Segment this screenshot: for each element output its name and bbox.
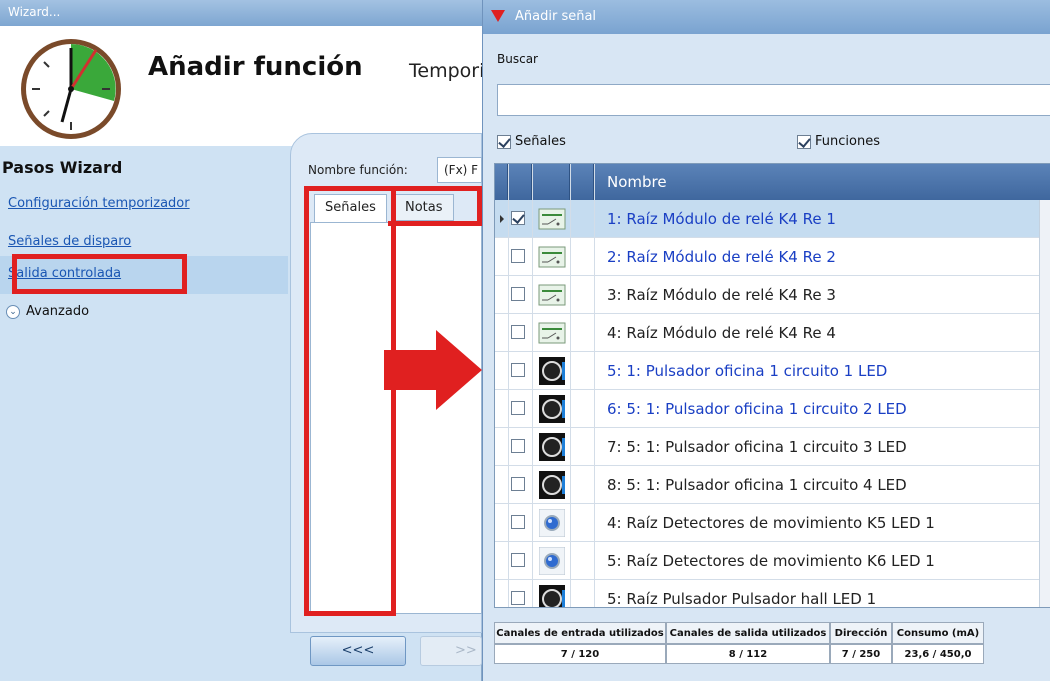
grid-column-divider [532, 164, 533, 607]
row-checkbox[interactable] [511, 553, 525, 567]
relay-icon [537, 281, 567, 309]
table-row[interactable]: 1: Raíz Módulo de relé K4 Re 1 [495, 200, 1050, 238]
wizard-titlebar: Wizard... [0, 0, 482, 26]
row-name: 7: 5: 1: Pulsador oficina 1 circuito 3 L… [607, 438, 907, 456]
row-name: 5: Raíz Detectores de movimiento K6 LED … [607, 552, 935, 570]
motion-detector-icon [537, 547, 567, 575]
table-row[interactable]: 4: Raíz Módulo de relé K4 Re 4 [495, 314, 1050, 352]
row-name: 4: Raíz Detectores de movimiento K5 LED … [607, 514, 935, 532]
row-checkbox[interactable] [511, 249, 525, 263]
relay-icon [537, 319, 567, 347]
checkbox-icon[interactable] [797, 134, 811, 149]
pushbutton-icon [537, 395, 567, 423]
function-name-label: Nombre función: [308, 163, 408, 177]
header-icon-cell [532, 164, 570, 200]
relay-icon [537, 205, 567, 233]
steps-panel: Pasos Wizard Configuración temporizador … [0, 146, 288, 681]
pushbutton-icon [537, 357, 567, 385]
row-checkbox[interactable] [511, 515, 525, 529]
row-checkbox[interactable] [511, 477, 525, 491]
table-row[interactable]: 7: 5: 1: Pulsador oficina 1 circuito 3 L… [495, 428, 1050, 466]
table-row[interactable]: 5: Raíz Detectores de movimiento K6 LED … [495, 542, 1050, 580]
status-header-outputs: Canales de salida utilizados [666, 622, 830, 644]
table-row[interactable]: 6: 5: 1: Pulsador oficina 1 circuito 2 L… [495, 390, 1050, 428]
table-row[interactable]: 5: Raíz Pulsador Pulsador hall LED 1 [495, 580, 1050, 608]
function-name-field[interactable]: (Fx) F [437, 157, 482, 183]
relay-icon [537, 243, 567, 271]
filter-signals[interactable]: Señales [497, 134, 566, 149]
status-value-address: 7 / 250 [830, 644, 892, 664]
status-header-address: Dirección [830, 622, 892, 644]
row-name: 2: Raíz Módulo de relé K4 Re 2 [607, 248, 836, 266]
pushbutton-icon [537, 585, 567, 607]
dialog-menu-icon[interactable] [491, 10, 505, 22]
add-signal-dialog: Añadir señal Buscar Señales Funciones No… [482, 0, 1050, 681]
row-name: 3: Raíz Módulo de relé K4 Re 3 [607, 286, 836, 304]
row-name: 6: 5: 1: Pulsador oficina 1 circuito 2 L… [607, 400, 907, 418]
status-value-inputs: 7 / 120 [494, 644, 666, 664]
dialog-title: Añadir señal [515, 9, 597, 24]
vertical-scrollbar[interactable] [1039, 200, 1050, 607]
status-value-consumption: 23,6 / 450,0 [892, 644, 984, 664]
advanced-toggle[interactable]: ⌄ Avanzado [6, 304, 89, 319]
row-name: 5: 1: Pulsador oficina 1 circuito 1 LED [607, 362, 888, 380]
row-checkbox[interactable] [511, 287, 525, 301]
filter-signals-label: Señales [515, 134, 566, 149]
row-checkbox[interactable] [511, 401, 525, 415]
search-input[interactable] [497, 84, 1050, 116]
row-indicator-icon [500, 215, 504, 223]
row-checkbox[interactable] [511, 591, 525, 605]
table-row[interactable]: 8: 5: 1: Pulsador oficina 1 circuito 4 L… [495, 466, 1050, 504]
signals-tab-body [310, 222, 482, 614]
previous-button[interactable]: <<< [310, 636, 406, 666]
tab-signals[interactable]: Señales [314, 194, 387, 224]
row-checkbox[interactable] [511, 325, 525, 339]
steps-title: Pasos Wizard [2, 158, 123, 177]
table-row[interactable]: 4: Raíz Detectores de movimiento K5 LED … [495, 504, 1050, 542]
signals-grid: Nombre 1: Raíz Módulo de relé K4 Re 1 2: … [494, 163, 1050, 608]
column-header-name[interactable]: Nombre [607, 173, 667, 191]
wizard-header: Añadir función Temporizador [0, 26, 537, 146]
row-checkbox[interactable] [511, 363, 525, 377]
advanced-label: Avanzado [26, 304, 90, 319]
status-value-outputs: 8 / 112 [666, 644, 830, 664]
step-timer-config[interactable]: Configuración temporizador [0, 186, 288, 224]
pushbutton-icon [537, 433, 567, 461]
tab-notes[interactable]: Notas [394, 194, 454, 221]
next-button[interactable]: >> [420, 636, 482, 666]
row-name: 4: Raíz Módulo de relé K4 Re 4 [607, 324, 836, 342]
search-label: Buscar [497, 52, 538, 66]
checkbox-icon[interactable] [497, 134, 511, 149]
header-extra-cell [570, 164, 594, 200]
grid-column-divider [594, 164, 595, 607]
header-indicator-cell [495, 164, 508, 200]
grid-column-divider [570, 164, 571, 607]
status-bar: Canales de entrada utilizados Canales de… [494, 622, 984, 666]
motion-detector-icon [537, 509, 567, 537]
wizard-title: Añadir función [148, 52, 363, 82]
clock-icon [21, 39, 121, 139]
table-row[interactable]: 3: Raíz Módulo de relé K4 Re 3 [495, 276, 1050, 314]
row-name: 8: 5: 1: Pulsador oficina 1 circuito 4 L… [607, 476, 907, 494]
chevron-down-icon: ⌄ [6, 304, 20, 319]
row-checkbox[interactable] [511, 439, 525, 453]
grid-header: Nombre [495, 164, 1050, 200]
header-check-cell [508, 164, 532, 200]
step-controlled-output[interactable]: Salida controlada [0, 256, 288, 294]
status-header-consumption: Consumo (mA) [892, 622, 984, 644]
table-row[interactable]: 5: 1: Pulsador oficina 1 circuito 1 LED [495, 352, 1050, 390]
row-checkbox[interactable] [511, 211, 525, 225]
dialog-titlebar: Añadir señal [483, 0, 1050, 34]
arrow-right-icon [384, 330, 482, 410]
table-row[interactable]: 2: Raíz Módulo de relé K4 Re 2 [495, 238, 1050, 276]
grid-column-divider [508, 164, 509, 607]
pushbutton-icon [537, 471, 567, 499]
row-name: 1: Raíz Módulo de relé K4 Re 1 [607, 210, 836, 228]
filter-functions-label: Funciones [815, 134, 880, 149]
row-name: 5: Raíz Pulsador Pulsador hall LED 1 [607, 590, 877, 608]
status-header-inputs: Canales de entrada utilizados [494, 622, 666, 644]
filter-functions[interactable]: Funciones [797, 134, 880, 149]
